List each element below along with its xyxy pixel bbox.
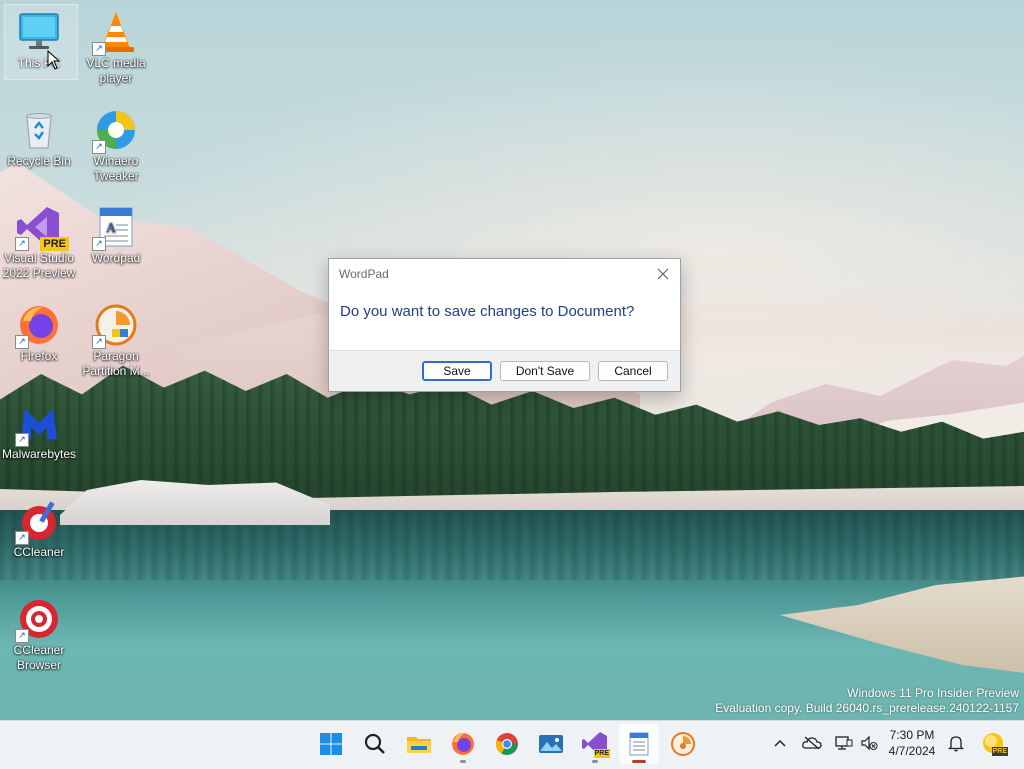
clock-time: 7:30 PM [889,728,935,742]
monitor-icon [17,10,61,54]
shortcut-arrow-icon: ↗ [15,335,29,349]
dialog-title: WordPad [339,267,389,281]
chrome-icon [495,733,518,755]
mouse-cursor-icon [47,50,61,70]
show-hidden-icons-button[interactable] [770,733,790,753]
file-explorer-icon [407,737,431,753]
visual-studio-icon: PRE ↗ [15,205,69,251]
firefox-icon: ↗ [15,303,61,349]
taskbar-paragon[interactable] [663,724,703,764]
network-disconnected-icon [835,736,853,750]
volume-tray-button[interactable] [859,733,879,753]
shortcut-arrow-icon: ↗ [15,237,29,251]
desktop-icon-label: CCleaner [13,545,65,559]
active-app-indicator [632,760,646,763]
save-button[interactable]: Save [422,361,492,381]
desktop-icon-label: Firefox [20,349,58,363]
wordpad-icon [629,732,649,756]
search-icon [364,733,385,754]
desktop-icon-label: Paragon Partition M... [82,349,150,378]
desktop-icon-paragon[interactable]: ↗ Paragon Partition M... [78,297,154,379]
shortcut-arrow-icon: ↗ [15,531,29,545]
chevron-up-icon [774,739,786,747]
desktop-icon-winaero[interactable]: ↗ Winaero Tweaker [78,102,154,184]
windows-start-icon [320,733,342,755]
desktop-icon-firefox[interactable]: ↗ Firefox [1,297,77,364]
shortcut-arrow-icon: ↗ [15,433,29,447]
close-icon [657,268,669,280]
ccleaner-browser-icon: ↗ [15,597,61,643]
shortcut-arrow-icon: ↗ [92,335,106,349]
desktop-icon-label: CCleaner Browser [13,643,65,672]
cancel-button[interactable]: Cancel [598,361,668,381]
clock-button[interactable]: 7:30 PM 4/7/2024 [884,727,940,759]
taskbar-file-explorer[interactable] [399,724,439,764]
taskbar-wordpad[interactable] [619,724,659,764]
clock-date: 4/7/2024 [888,744,936,758]
wordpad-icon: A ↗ [92,205,138,251]
desktop-icon-label: Winaero Tweaker [93,154,139,183]
desktop-icon-this-pc[interactable]: This PC [1,4,78,80]
desktop-icon-recycle-bin[interactable]: Recycle Bin [1,102,77,169]
copilot-button[interactable]: PRE [980,730,1008,756]
taskbar-visual-studio[interactable]: PRE [575,724,615,764]
desktop-icon-visual-studio[interactable]: PRE ↗ Visual Studio 2022 Preview [1,199,77,281]
taskbar-chrome[interactable] [487,724,527,764]
desktop-icon-ccleaner[interactable]: ↗ CCleaner [1,493,77,560]
paragon-icon [671,732,695,756]
dialog-message: Do you want to save changes to Document? [340,303,635,320]
desktop-icon-label: VLC media player [86,56,146,85]
pre-badge: PRE [40,237,69,251]
desktop-icon-label: Wordpad [91,251,141,265]
watermark-edition: Windows 11 Pro Insider Preview [847,686,1019,700]
notifications-button[interactable] [946,733,966,753]
paragon-icon: ↗ [92,303,138,349]
onedrive-offline-icon [802,736,822,750]
save-changes-dialog: WordPad Do you want to save changes to D… [328,258,681,392]
recycle-bin-icon [17,108,61,152]
start-button[interactable] [311,724,351,764]
running-indicator [460,760,466,763]
desktop-icon-label: Visual Studio 2022 Preview [2,251,76,280]
pre-badge: PRE [593,749,610,758]
network-tray-button[interactable] [834,733,854,753]
shortcut-arrow-icon: ↗ [15,629,29,643]
taskbar-photos[interactable] [531,724,571,764]
pre-badge: PRE [991,747,1008,756]
bell-icon [948,736,964,752]
winaero-tweaker-icon: ↗ [92,108,138,154]
shortcut-arrow-icon: ↗ [92,237,106,251]
taskbar-firefox[interactable] [443,724,483,764]
dialog-button-bar: Save Don't Save Cancel [329,350,680,391]
firefox-icon [452,733,474,755]
watermark-build: Evaluation copy. Build 26040.rs_prerelea… [715,701,1019,715]
vlc-cone-icon: ↗ [92,10,138,56]
shortcut-arrow-icon: ↗ [92,42,106,56]
photos-icon [539,735,563,753]
dont-save-button[interactable]: Don't Save [500,361,590,381]
desktop-icon-malwarebytes[interactable]: ↗ Malwarebytes [1,395,77,462]
shortcut-arrow-icon: ↗ [92,140,106,154]
desktop-icon-label: Recycle Bin [7,154,71,168]
desktop-icon-vlc[interactable]: ↗ VLC media player [78,4,154,86]
desktop-icon-ccleaner-browser[interactable]: ↗ CCleaner Browser [1,591,77,673]
speaker-muted-icon [861,735,878,751]
svg-text:A: A [106,221,117,236]
running-indicator [592,760,598,763]
windows-watermark: Windows 11 Pro Insider Preview Evaluatio… [715,686,1019,716]
dialog-close-button[interactable] [652,263,674,285]
malwarebytes-icon: ↗ [15,401,61,447]
desktop-icon-wordpad[interactable]: A ↗ Wordpad [78,199,154,266]
onedrive-tray-button[interactable] [802,733,822,753]
taskbar-search-button[interactable] [355,724,395,764]
desktop-icon-label: Malwarebytes [1,447,77,461]
ccleaner-icon: ↗ [15,499,61,545]
